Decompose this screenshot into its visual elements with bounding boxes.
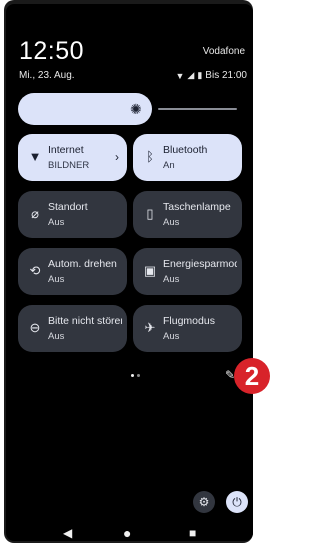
brightness-track[interactable] (158, 108, 237, 110)
bluetooth-icon: ᛒ (146, 149, 154, 164)
tile-subtitle: Aus (48, 217, 65, 228)
tile-title: Taschenlampe (163, 201, 231, 213)
tile-location-off[interactable]: ⌀ Standort Aus (18, 191, 127, 238)
brightness-slider[interactable]: ✺ (18, 93, 241, 125)
tile-subtitle: Aus (163, 217, 180, 228)
page-indicator (131, 374, 140, 377)
carrier-name: Vodafone (202, 46, 245, 57)
page-dot (137, 374, 140, 377)
power-icon: ⏻ (232, 495, 242, 509)
wifi-status-icon: ▼ (175, 70, 185, 81)
tile-rotate[interactable]: ⟲ Autom. drehen Aus (18, 248, 127, 295)
tile-wifi[interactable]: ▼ Internet BILDNER › (18, 134, 127, 181)
battery-text: Bis 21:00 (205, 70, 247, 81)
battery-icon: ▮ (197, 70, 203, 80)
tile-battery-saver[interactable]: ▣ Energiesparmodus Aus (133, 248, 242, 295)
gear-icon: ⚙ (198, 495, 210, 509)
quick-settings-panel: 12:50 Vodafone Mi., 23. Aug. ▼ ◢ ▮ Bis 2… (6, 4, 253, 541)
tile-bluetooth[interactable]: ᛒ Bluetooth An (133, 134, 242, 181)
wifi-icon: ▼ (28, 149, 42, 164)
tile-subtitle: An (163, 160, 175, 171)
date: Mi., 23. Aug. (19, 70, 75, 81)
tile-subtitle: BILDNER (48, 160, 90, 171)
tile-do-not-disturb[interactable]: ⊖ Bitte nicht stören Aus (18, 305, 127, 352)
clock: 12:50 (19, 37, 85, 65)
page-dot-active (131, 374, 134, 377)
signal-icon: ◢ (187, 70, 195, 80)
tile-subtitle: Aus (48, 331, 65, 342)
flashlight-icon: ▯ (146, 206, 154, 221)
tile-airplane[interactable]: ✈ Flugmodus Aus (133, 305, 242, 352)
back-icon[interactable]: ◀ (63, 526, 72, 540)
navigation-bar: ◀ ● ■ (6, 524, 253, 541)
chevron-right-icon[interactable]: › (115, 150, 119, 164)
location-off-icon: ⌀ (31, 206, 39, 221)
brightness-icon: ✺ (130, 101, 142, 117)
tile-subtitle: Aus (48, 274, 65, 285)
tile-title: Bluetooth (163, 144, 208, 156)
status-icons: ▼ ◢ ▮ Bis 21:00 (176, 70, 248, 81)
tile-flashlight[interactable]: ▯ Taschenlampe Aus (133, 191, 242, 238)
tile-title: Bitte nicht stören (48, 315, 122, 327)
airplane-icon: ✈ (144, 320, 156, 335)
tile-title: Autom. drehen (48, 258, 117, 270)
do-not-disturb-icon: ⊖ (29, 320, 41, 335)
tile-subtitle: Aus (163, 331, 180, 342)
tile-title: Internet (48, 144, 84, 156)
recents-icon[interactable]: ■ (189, 526, 196, 540)
battery-saver-icon: ▣ (143, 263, 157, 278)
tile-title: Energiesparmodus (163, 258, 237, 270)
tile-title: Standort (48, 201, 88, 213)
rotate-icon: ⟲ (29, 263, 41, 278)
tile-title: Flugmodus (163, 315, 215, 327)
step-badge: 2 (234, 358, 270, 394)
settings-gear-button[interactable]: ⚙ (193, 491, 215, 513)
tile-subtitle: Aus (163, 274, 180, 285)
power-button[interactable]: ⏻ (226, 491, 248, 513)
home-icon[interactable]: ● (123, 525, 131, 541)
